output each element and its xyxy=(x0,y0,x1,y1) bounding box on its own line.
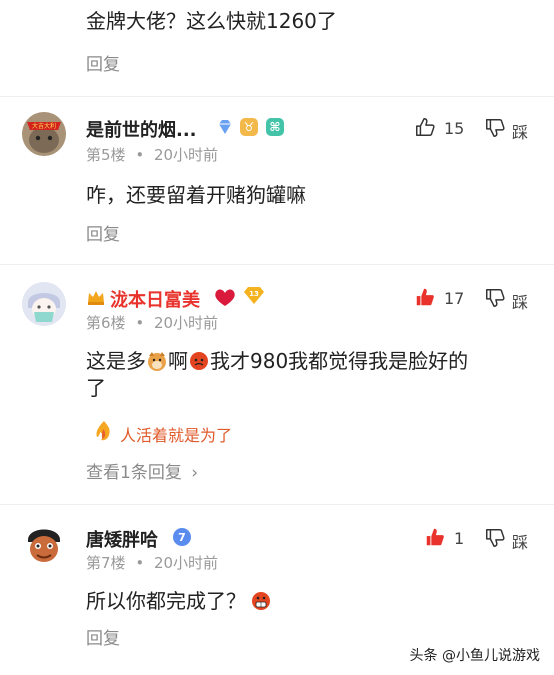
username[interactable]: 泷本日富美 xyxy=(110,286,200,312)
text-segment: 这是多 xyxy=(86,349,146,373)
comment-meta: 第7楼 • 20小时前 xyxy=(86,552,218,573)
view-replies-label: 查看1条回复 xyxy=(86,463,182,483)
username[interactable]: 是前世的烟... xyxy=(86,116,197,142)
floor-number: 第6楼 xyxy=(86,314,126,332)
thumbs-up-icon[interactable] xyxy=(414,116,436,142)
reply-button[interactable]: 回复 xyxy=(86,624,120,649)
view-replies-button[interactable]: 查看1条回复 › xyxy=(86,458,198,483)
comment-text: 咋，还要留着开赌狗罐嘛 xyxy=(86,183,306,207)
thumbs-down-icon[interactable] xyxy=(484,527,506,553)
dislike-label[interactable]: 踩 xyxy=(512,529,528,553)
comment-text: 所以你都完成了？ xyxy=(86,588,272,615)
red-face-emoji-icon xyxy=(190,352,208,370)
comment-text: 这是多啊我才980我都觉得我是脸好的 了 xyxy=(86,348,526,402)
comment-meta: 第6楼 • 20小时前 xyxy=(86,312,218,333)
flame-icon xyxy=(94,420,114,446)
divider xyxy=(0,96,554,97)
like-count: 17 xyxy=(444,289,465,308)
diamond-icon xyxy=(216,118,234,140)
anime-girl-avatar-icon xyxy=(22,282,66,326)
fish-badge-icon: ⌘ xyxy=(266,118,284,136)
taurus-badge-icon: ♉ xyxy=(240,118,258,136)
reply-button[interactable]: 回复 xyxy=(86,50,120,75)
thumbs-down-icon[interactable] xyxy=(484,117,506,143)
crown-icon xyxy=(86,288,106,310)
level-badge: 7 xyxy=(172,527,192,551)
timestamp: 20小时前 xyxy=(153,146,219,164)
text-segment: 我才980我都觉得我是脸好的 xyxy=(210,349,469,373)
separator-dot: • xyxy=(135,146,145,164)
cartoon-boy-avatar-icon xyxy=(22,522,66,566)
comment-text: 金牌大佬？这么快就1260了 xyxy=(86,9,337,33)
username[interactable]: 唐矮胖哈 xyxy=(86,526,158,552)
like-count: 15 xyxy=(444,119,465,138)
floor-number: 第5楼 xyxy=(86,146,126,164)
avatar[interactable]: 大吉大利 xyxy=(22,112,66,156)
timestamp: 20小时前 xyxy=(153,314,219,332)
avatar-banner-text: 大吉大利 xyxy=(32,122,56,130)
separator-dot: • xyxy=(135,314,145,332)
cat-avatar-icon: 大吉大利 xyxy=(22,112,66,156)
grimace-emoji-icon xyxy=(252,592,270,610)
dislike-label[interactable]: 踩 xyxy=(512,119,528,143)
text-segment: 了 xyxy=(86,376,106,400)
thumbs-up-filled-icon[interactable] xyxy=(414,286,436,312)
chevron-right-icon: › xyxy=(191,463,199,483)
level-text: 13 xyxy=(249,290,259,298)
watermark: 头条 @小鱼儿说游戏 xyxy=(403,643,546,667)
divider xyxy=(0,264,554,265)
avatar[interactable] xyxy=(22,522,66,566)
floor-number: 第7楼 xyxy=(86,554,126,572)
divider xyxy=(0,504,554,505)
reply-button[interactable]: 回复 xyxy=(86,220,120,245)
heart-icon xyxy=(212,286,238,312)
text-segment: 所以你都完成了？ xyxy=(86,589,246,613)
dislike-label[interactable]: 踩 xyxy=(512,289,528,313)
thumbs-down-icon[interactable] xyxy=(484,287,506,313)
timestamp: 20小时前 xyxy=(153,554,219,572)
text-segment: 啊 xyxy=(168,349,188,373)
level-text: 7 xyxy=(178,531,186,544)
thumbs-up-filled-icon[interactable] xyxy=(424,526,446,552)
sub-reply-author[interactable]: 人活着就是为了 xyxy=(120,422,232,446)
doge-emoji-icon xyxy=(148,352,166,371)
comment-meta: 第5楼 • 20小时前 xyxy=(86,144,218,165)
like-count: 1 xyxy=(454,529,465,548)
separator-dot: • xyxy=(135,554,145,572)
level-badge: 13 xyxy=(242,285,266,309)
avatar[interactable] xyxy=(22,282,66,326)
